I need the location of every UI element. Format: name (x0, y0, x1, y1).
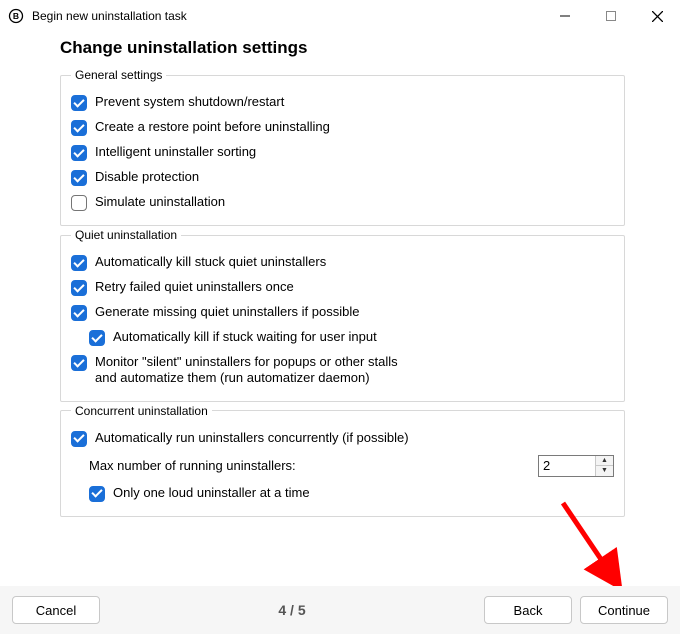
label-max-running: Max number of running uninstallers: (89, 458, 528, 473)
page-title: Change uninstallation settings (60, 38, 625, 58)
group-legend-quiet: Quiet uninstallation (71, 228, 181, 242)
spinner-input-max-running[interactable] (539, 456, 595, 476)
group-legend-concurrent: Concurrent uninstallation (71, 404, 212, 418)
label-only-one-loud: Only one loud uninstaller at a time (113, 485, 310, 501)
label-prevent-shutdown: Prevent system shutdown/restart (95, 94, 284, 110)
group-quiet-uninstallation: Quiet uninstallation Automatically kill … (60, 228, 625, 402)
page-indicator: 4 / 5 (108, 602, 476, 618)
footer: Cancel 4 / 5 Back Continue (0, 586, 680, 634)
checkbox-monitor-silent[interactable] (71, 355, 87, 371)
group-legend-general: General settings (71, 68, 166, 82)
checkbox-generate-missing[interactable] (71, 305, 87, 321)
window-title: Begin new uninstallation task (32, 9, 187, 23)
label-disable-protection: Disable protection (95, 169, 199, 185)
checkbox-retry-failed[interactable] (71, 280, 87, 296)
checkbox-intelligent-sort[interactable] (71, 145, 87, 161)
checkbox-auto-kill-waiting[interactable] (89, 330, 105, 346)
spinner-down-button[interactable]: ▼ (596, 466, 613, 476)
label-restore-point: Create a restore point before uninstalli… (95, 119, 330, 135)
checkbox-only-one-loud[interactable] (89, 486, 105, 502)
label-generate-missing: Generate missing quiet uninstallers if p… (95, 304, 359, 320)
checkbox-restore-point[interactable] (71, 120, 87, 136)
content-area: Change uninstallation settings General s… (0, 32, 680, 517)
checkbox-auto-kill-stuck[interactable] (71, 255, 87, 271)
cancel-button[interactable]: Cancel (12, 596, 100, 624)
close-button[interactable] (634, 0, 680, 32)
spinner-up-button[interactable]: ▲ (596, 456, 613, 467)
label-intelligent-sort: Intelligent uninstaller sorting (95, 144, 256, 160)
label-retry-failed: Retry failed quiet uninstallers once (95, 279, 294, 295)
checkbox-disable-protection[interactable] (71, 170, 87, 186)
app-icon: B (8, 8, 24, 24)
checkbox-auto-concurrent[interactable] (71, 431, 87, 447)
spinner-max-running[interactable]: ▲ ▼ (538, 455, 614, 477)
label-simulate: Simulate uninstallation (95, 194, 225, 210)
back-button[interactable]: Back (484, 596, 572, 624)
checkbox-prevent-shutdown[interactable] (71, 95, 87, 111)
label-auto-kill-stuck: Automatically kill stuck quiet uninstall… (95, 254, 326, 270)
checkbox-simulate[interactable] (71, 195, 87, 211)
minimize-button[interactable] (542, 0, 588, 32)
label-auto-kill-waiting: Automatically kill if stuck waiting for … (113, 329, 377, 345)
label-auto-concurrent: Automatically run uninstallers concurren… (95, 430, 409, 446)
titlebar: B Begin new uninstallation task (0, 0, 680, 32)
label-monitor-silent: Monitor "silent" uninstallers for popups… (95, 354, 405, 387)
continue-button[interactable]: Continue (580, 596, 668, 624)
group-concurrent-uninstallation: Concurrent uninstallation Automatically … (60, 404, 625, 517)
group-general-settings: General settings Prevent system shutdown… (60, 68, 625, 226)
maximize-button[interactable] (588, 0, 634, 32)
svg-text:B: B (13, 11, 19, 21)
